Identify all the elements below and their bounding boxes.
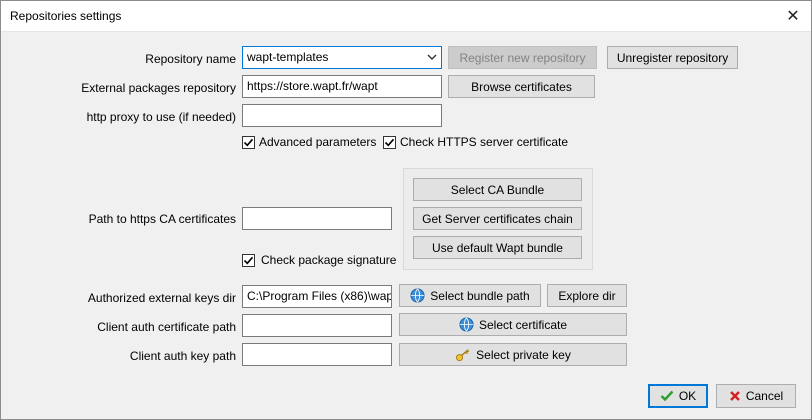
key-icon: [455, 348, 471, 362]
cancel-label: Cancel: [745, 389, 784, 403]
client-cert-label: Client auth certificate path: [97, 320, 236, 334]
register-new-repository-button[interactable]: Register new repository: [448, 46, 597, 69]
authorized-keys-input[interactable]: C:\Program Files (x86)\wap: [242, 285, 392, 308]
get-server-chain-button[interactable]: Get Server certificates chain: [413, 207, 582, 230]
select-ca-bundle-button[interactable]: Select CA Bundle: [413, 178, 582, 201]
checkbox-box: [242, 135, 255, 149]
repositories-settings-dialog: Repositories settings ✕ Repository name …: [0, 0, 812, 420]
advanced-parameters-label: Advanced parameters: [259, 135, 377, 149]
globe-icon: [459, 317, 474, 332]
select-private-key-button[interactable]: Select private key: [399, 343, 627, 366]
proxy-input[interactable]: [242, 104, 442, 127]
client-cert-input[interactable]: [242, 314, 392, 337]
select-bundle-path-button[interactable]: Select bundle path: [399, 284, 541, 307]
ok-label: OK: [678, 389, 697, 403]
authorized-keys-label: Authorized external keys dir: [87, 291, 236, 305]
client-key-input[interactable]: [242, 343, 392, 366]
repo-name-label: Repository name: [145, 52, 236, 66]
select-bundle-path-label: Select bundle path: [430, 288, 530, 303]
checkbox-box: [242, 253, 255, 267]
advanced-parameters-checkbox[interactable]: Advanced parameters: [242, 135, 376, 149]
ok-button[interactable]: OK: [648, 384, 708, 408]
check-https-label: Check HTTPS server certificate: [400, 135, 569, 149]
cancel-button[interactable]: Cancel: [716, 384, 796, 408]
external-repo-label: External packages repository: [81, 81, 236, 95]
repo-name-combobox[interactable]: wapt-templates: [242, 46, 442, 69]
browse-certificates-button[interactable]: Browse certificates: [448, 75, 595, 98]
check-signature-label: Check package signature: [261, 253, 397, 267]
unregister-repository-button[interactable]: Unregister repository: [607, 46, 738, 69]
proxy-label: http proxy to use (if needed): [86, 110, 236, 124]
explore-dir-button[interactable]: Explore dir: [547, 284, 627, 307]
select-certificate-button[interactable]: Select certificate: [399, 313, 627, 336]
use-default-bundle-button[interactable]: Use default Wapt bundle: [413, 236, 582, 259]
cross-icon: [729, 390, 741, 402]
external-repo-input[interactable]: https://store.wapt.fr/wapt: [242, 75, 442, 98]
close-icon[interactable]: ✕: [781, 5, 805, 27]
repo-name-value: wapt-templates: [247, 50, 329, 64]
checkmark-icon: [243, 256, 254, 264]
select-certificate-label: Select certificate: [478, 317, 568, 332]
select-private-key-label: Select private key: [476, 347, 571, 362]
checkmark-icon: [384, 138, 395, 146]
title-bar: Repositories settings ✕: [1, 1, 811, 32]
ca-path-label: Path to https CA certificates: [88, 212, 236, 226]
client-key-label: Client auth key path: [129, 349, 236, 363]
ca-path-input[interactable]: [242, 207, 392, 230]
chevron-down-icon: [427, 54, 437, 60]
globe-icon: [410, 288, 425, 303]
check-signature-checkbox[interactable]: Check package signature: [242, 253, 396, 267]
checkbox-box: [383, 135, 396, 149]
checkmark-icon: [660, 390, 674, 402]
window-title: Repositories settings: [10, 9, 122, 23]
check-https-checkbox[interactable]: Check HTTPS server certificate: [383, 135, 568, 149]
checkmark-icon: [243, 138, 254, 146]
